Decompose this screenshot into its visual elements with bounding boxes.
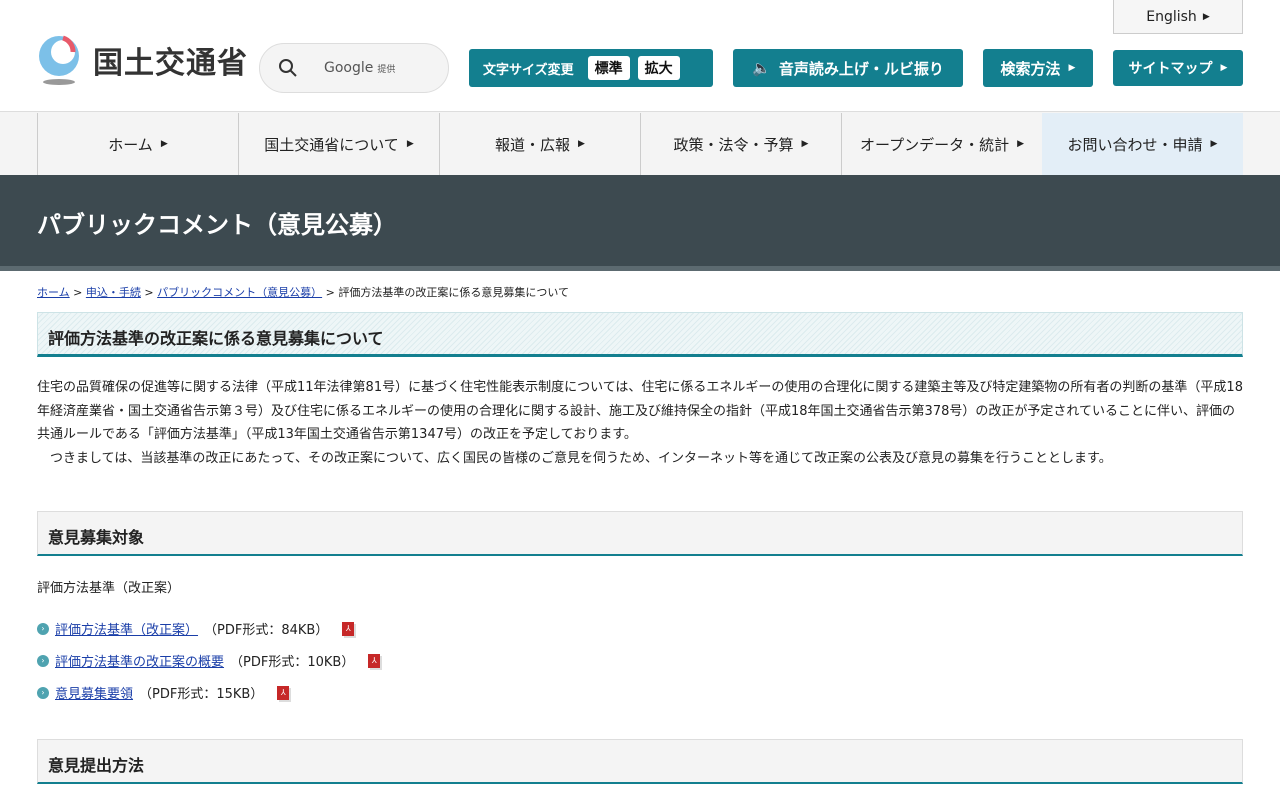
- breadcrumb-current: 評価方法基準の改正案に係る意見募集について: [338, 286, 569, 299]
- nav-label: 国土交通省について: [264, 135, 399, 154]
- nav-label: 報道・広報: [495, 135, 571, 154]
- nav-about[interactable]: 国土交通省について ▶: [238, 113, 439, 175]
- breadcrumb-public-comment[interactable]: パブリックコメント（意見公募）: [157, 286, 322, 299]
- file-info: （PDF形式：15KB）: [139, 687, 264, 702]
- sitemap-label: サイトマップ: [1128, 61, 1213, 77]
- search-box[interactable]: Google 提供: [259, 43, 449, 93]
- chevron-bullet-icon: ›: [37, 686, 49, 699]
- breadcrumb-procedures[interactable]: 申込・手続: [86, 286, 141, 299]
- page-title: 評価方法基準の改正案に係る意見募集について: [37, 312, 1243, 357]
- triangle-right-icon: ▶: [160, 139, 168, 149]
- triangle-right-icon: ▶: [578, 139, 585, 149]
- pdf-link[interactable]: 評価方法基準（改正案）: [55, 619, 198, 638]
- triangle-right-icon: ▶: [1202, 11, 1210, 22]
- list-item: › 評価方法基準（改正案） （PDF形式：84KB） ⅄: [37, 619, 355, 638]
- intro-paragraph: つきましては、当該基準の改正にあたって、その改正案について、広く国民の皆様のご意…: [37, 450, 1112, 466]
- triangle-right-icon: ▶: [1068, 63, 1076, 73]
- triangle-right-icon: ▶: [406, 139, 414, 149]
- search-method-label: 検索方法: [1000, 59, 1061, 78]
- pdf-icon: ⅄: [277, 685, 290, 700]
- nav-opendata[interactable]: オープンデータ・統計 ▶: [841, 113, 1042, 175]
- logo-text: 国土交通省: [93, 46, 248, 81]
- nav-press[interactable]: 報道・広報 ▶: [439, 113, 640, 175]
- triangle-right-icon: ▶: [1210, 139, 1218, 149]
- logo[interactable]: 国土交通省: [37, 34, 248, 86]
- breadcrumb-home[interactable]: ホーム: [37, 286, 70, 299]
- file-info: （PDF形式：10KB）: [230, 655, 355, 670]
- google-label: Google: [324, 60, 374, 76]
- pdf-icon: ⅄: [368, 653, 381, 668]
- triangle-right-icon: ▶: [1017, 139, 1025, 149]
- global-nav: ホーム ▶ 国土交通省について ▶ 報道・広報 ▶ 政策・法令・予算 ▶ オープンデータ…: [0, 111, 1280, 175]
- chevron-bullet-icon: ›: [37, 622, 49, 635]
- section-heading: 意見募集対象: [37, 511, 1243, 556]
- search-method-button[interactable]: 検索方法 ▶: [983, 49, 1093, 87]
- section-text: 評価方法基準（改正案）: [37, 581, 181, 596]
- font-large-button[interactable]: 拡大: [637, 56, 680, 80]
- triangle-right-icon: ▶: [801, 139, 809, 149]
- intro-text: 住宅の品質確保の促進等に関する法律（平成11年法律第81号）に基づく住宅性能表示…: [37, 376, 1243, 470]
- search-icon: [279, 59, 297, 77]
- sitemap-button[interactable]: サイトマップ ▶: [1113, 50, 1243, 86]
- breadcrumb: ホーム > 申込・手続 > パブリックコメント（意見公募） > 評価方法基準の改…: [37, 286, 569, 299]
- font-standard-button[interactable]: 標準: [587, 56, 630, 80]
- nav-contact[interactable]: お問い合わせ・申請 ▶: [1042, 113, 1243, 175]
- speaker-icon: 🔈: [752, 59, 771, 77]
- pdf-link[interactable]: 意見募集要領: [55, 683, 133, 702]
- english-link[interactable]: English ▶: [1113, 0, 1243, 34]
- provided-label: 提供: [377, 65, 396, 75]
- nav-label: オープンデータ・統計: [859, 135, 1010, 154]
- nav-label: ホーム: [108, 135, 153, 154]
- pdf-link[interactable]: 評価方法基準の改正案の概要: [55, 651, 224, 670]
- mlit-logo-icon: [39, 35, 79, 85]
- list-item: › 評価方法基準の改正案の概要 （PDF形式：10KB） ⅄: [37, 651, 381, 670]
- section-heading: 意見提出方法: [37, 739, 1243, 784]
- english-label: English: [1146, 8, 1197, 25]
- list-item: › 意見募集要領 （PDF形式：15KB） ⅄: [37, 683, 290, 702]
- nav-policy[interactable]: 政策・法令・予算 ▶: [640, 113, 841, 175]
- triangle-right-icon: ▶: [1220, 63, 1228, 73]
- intro-paragraph: 住宅の品質確保の促進等に関する法律（平成11年法律第81号）に基づく住宅性能表示…: [37, 380, 1243, 442]
- font-size-label: 文字サイズ変更: [483, 62, 574, 78]
- pdf-icon: ⅄: [342, 621, 355, 636]
- file-info: （PDF形式：84KB）: [204, 623, 329, 638]
- nav-label: 政策・法令・予算: [673, 135, 794, 154]
- page-banner: パブリックコメント（意見公募）: [0, 175, 1280, 271]
- nav-home[interactable]: ホーム ▶: [37, 113, 238, 175]
- voice-button[interactable]: 🔈 音声読み上げ・ルビ振り: [733, 49, 963, 87]
- voice-label: 音声読み上げ・ルビ振り: [778, 59, 944, 78]
- nav-label: お問い合わせ・申請: [1067, 135, 1203, 154]
- font-size-control: 文字サイズ変更 標準 拡大: [469, 49, 713, 87]
- chevron-bullet-icon: ›: [37, 654, 49, 667]
